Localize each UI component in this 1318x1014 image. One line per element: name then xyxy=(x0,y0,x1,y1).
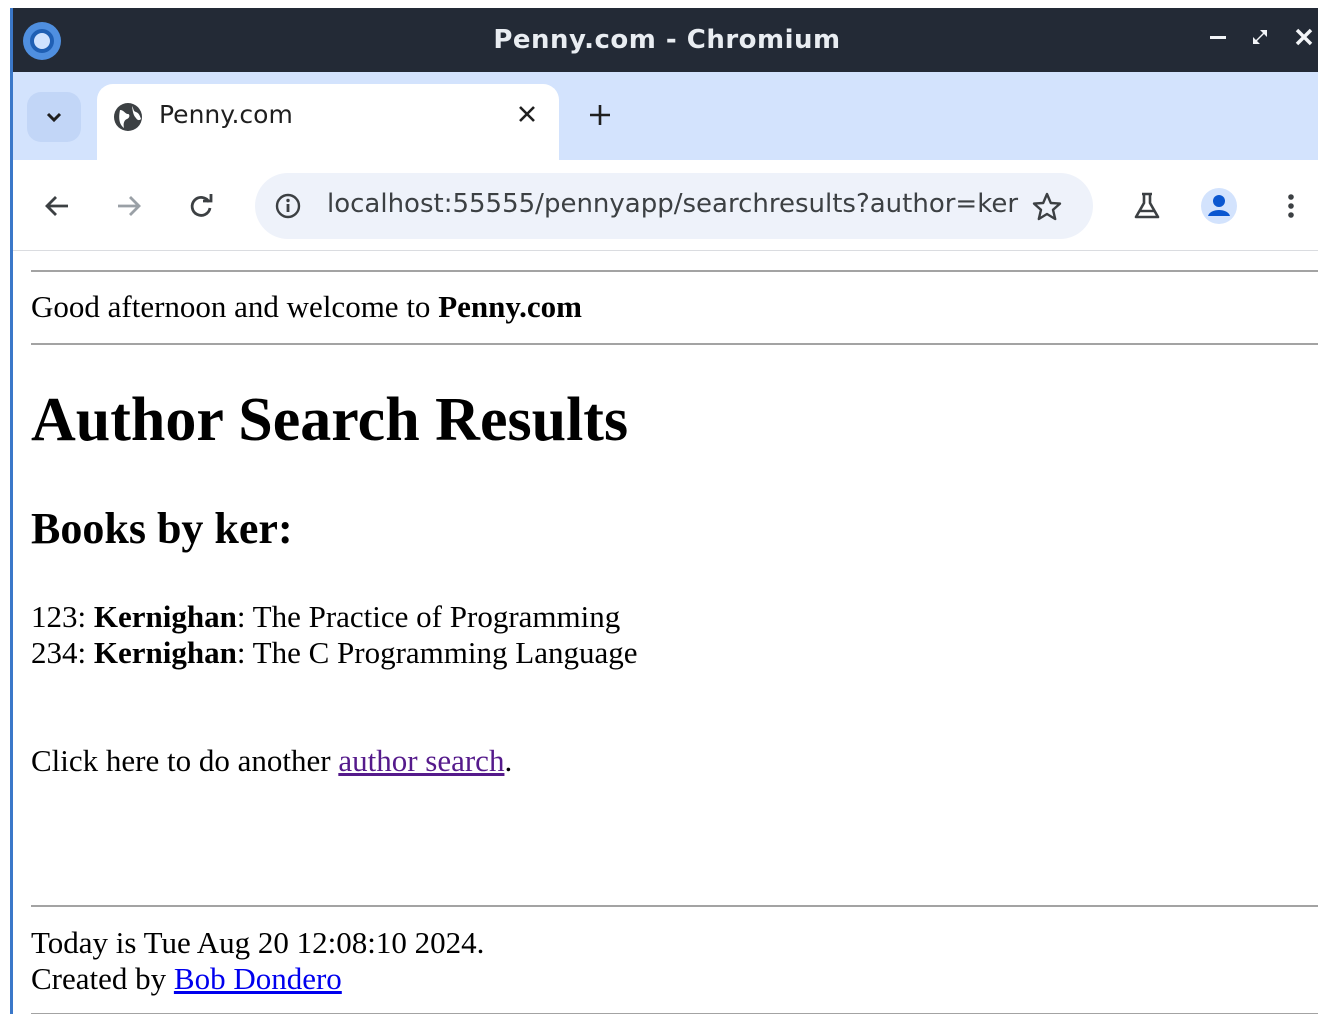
period: . xyxy=(504,743,513,778)
tab-label: Penny.com xyxy=(159,100,293,129)
labs-button[interactable] xyxy=(1127,186,1167,226)
close-icon xyxy=(519,106,535,122)
profile-icon xyxy=(1201,188,1237,224)
close-icon[interactable] xyxy=(1289,22,1318,52)
book-row: 234: Kernighan: The C Programming Langua… xyxy=(31,635,637,671)
book-isbn: 123 xyxy=(31,599,78,634)
chevron-down-icon xyxy=(46,112,62,123)
kebab-menu-icon xyxy=(1288,194,1294,218)
address-bar[interactable]: localhost:55555/pennyapp/searchresults?a… xyxy=(255,173,1093,239)
tab-close-button[interactable] xyxy=(509,96,545,132)
book-isbn: 234 xyxy=(31,635,78,670)
search-again-text: Click here to do another xyxy=(31,743,339,778)
footer-credit: Created by Bob Dondero xyxy=(31,961,342,997)
info-icon[interactable] xyxy=(269,187,307,225)
greeting-text: Good afternoon and welcome to xyxy=(31,289,439,324)
globe-icon xyxy=(111,100,145,134)
tab-search-button[interactable] xyxy=(27,92,81,142)
maximize-icon[interactable] xyxy=(1245,22,1275,52)
navigation-toolbar: localhost:55555/pennyapp/searchresults?a… xyxy=(13,160,1318,251)
page-title: Author Search Results xyxy=(31,386,629,454)
author-link[interactable]: Bob Dondero xyxy=(174,961,342,996)
footer-date: Today is Tue Aug 20 12:08:10 2024. xyxy=(31,925,485,960)
top-divider xyxy=(31,270,1318,272)
tab-penny[interactable]: Penny.com xyxy=(97,84,559,160)
book-author: Kernighan xyxy=(93,635,237,670)
book-title: The C Programming Language xyxy=(252,635,638,670)
new-tab-button[interactable] xyxy=(581,96,619,134)
book-title: The Practice of Programming xyxy=(252,599,621,634)
reload-icon xyxy=(190,194,213,217)
reload-button[interactable] xyxy=(181,186,221,226)
url-text[interactable]: localhost:55555/pennyapp/searchresults?a… xyxy=(327,189,1018,219)
profile-button[interactable] xyxy=(1199,186,1239,226)
footer-divider xyxy=(31,905,1318,907)
forward-arrow-icon xyxy=(118,196,141,216)
tab-strip: Penny.com xyxy=(13,72,1318,160)
window-title: Penny.com - Chromium xyxy=(493,25,841,55)
flask-icon xyxy=(1134,192,1160,219)
search-again-line: Click here to do another author search. xyxy=(31,743,512,779)
site-name: Penny.com xyxy=(438,289,582,324)
separator: : xyxy=(236,635,253,670)
back-arrow-icon xyxy=(45,196,68,216)
browser-window: Penny.com - Chromium Penny.com localhost… xyxy=(10,8,1318,1014)
separator: : xyxy=(236,599,253,634)
header-divider xyxy=(31,343,1318,345)
author-search-link[interactable]: author search xyxy=(338,743,504,778)
separator: : xyxy=(77,599,94,634)
title-bar: Penny.com - Chromium xyxy=(13,8,1318,72)
separator: : xyxy=(77,635,94,670)
credit-text: Created by xyxy=(31,961,174,996)
results-subtitle: Books by ker: xyxy=(31,504,293,553)
page-content: Good afternoon and welcome to Penny.com … xyxy=(13,251,1318,1014)
forward-button[interactable] xyxy=(109,186,149,226)
menu-button[interactable] xyxy=(1271,186,1311,226)
book-author: Kernighan xyxy=(93,599,237,634)
bookmark-button[interactable] xyxy=(1027,187,1067,227)
book-row: 123: Kernighan: The Practice of Programm… xyxy=(31,599,620,635)
star-icon xyxy=(1032,192,1062,221)
greeting: Good afternoon and welcome to Penny.com xyxy=(31,289,582,325)
minimize-icon[interactable] xyxy=(1203,22,1233,52)
plus-icon xyxy=(590,105,610,125)
back-button[interactable] xyxy=(37,186,77,226)
